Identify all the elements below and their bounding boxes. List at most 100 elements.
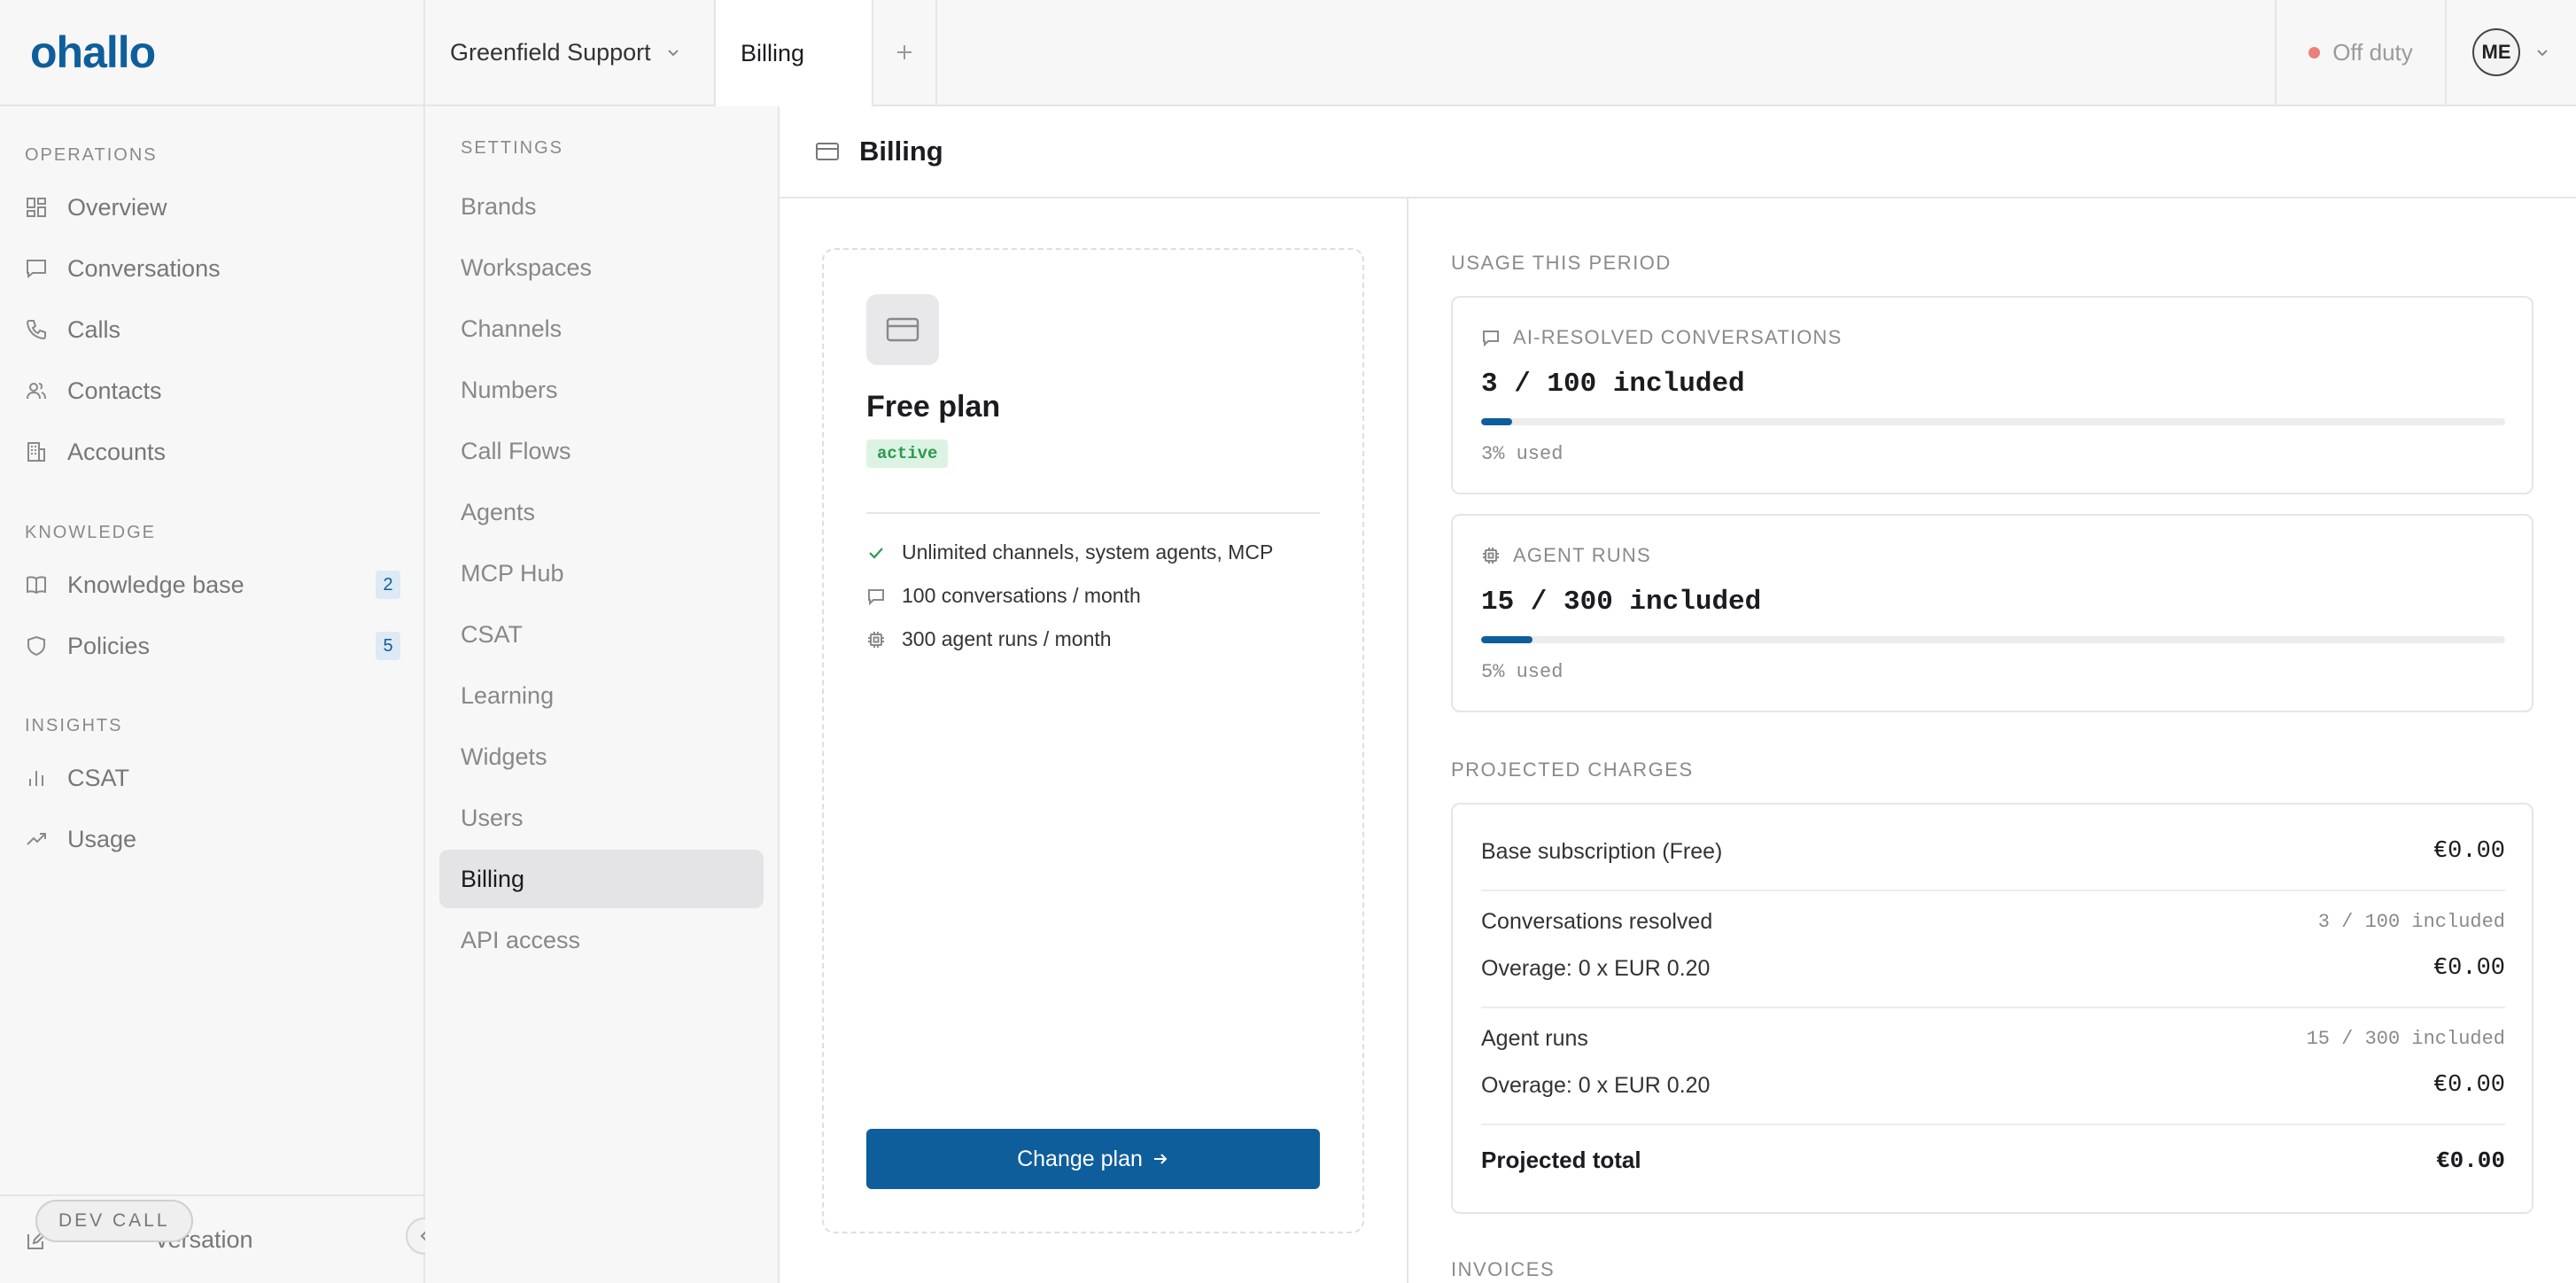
workspace-switcher[interactable]: Greenfield Support — [425, 0, 716, 105]
settings-item-channels[interactable]: Channels — [439, 299, 764, 358]
sidebar-item-accounts[interactable]: Accounts — [25, 427, 400, 477]
sidebar-item-usage[interactable]: Usage — [25, 814, 400, 864]
sidebar-item-label: Conversations — [67, 254, 221, 282]
settings-item-billing[interactable]: Billing — [439, 850, 764, 908]
progress-bar — [1481, 636, 2505, 643]
usage-card-agent-runs: AGENT RUNS 15 / 300 included 5% used — [1451, 514, 2533, 712]
duty-status-label: Off duty — [2332, 38, 2413, 66]
plus-icon — [895, 43, 914, 62]
progress-fill — [1481, 418, 1512, 425]
charge-amount: €0.00 — [2432, 838, 2505, 865]
shield-icon — [25, 634, 48, 657]
sidebar-item-overview[interactable]: Overview — [25, 183, 400, 232]
sidebar-item-label: Contacts — [67, 377, 162, 404]
charge-row-total: Projected total €0.00 — [1481, 1147, 2505, 1174]
settings-item-learning[interactable]: Learning — [439, 666, 764, 725]
settings-item-csat[interactable]: CSAT — [439, 605, 764, 664]
count-badge: 5 — [376, 632, 400, 660]
trending-up-icon — [25, 828, 48, 851]
chat-icon — [866, 587, 886, 606]
usage-percent: 5% used — [1481, 661, 1563, 683]
check-icon — [866, 543, 886, 563]
sidebar-section-operations: OPERATIONS — [25, 145, 158, 165]
plan-name: Free plan — [866, 390, 1001, 424]
sidebar-item-knowledge-base[interactable]: Knowledge base 2 — [25, 560, 400, 610]
plan-feature: 300 agent runs / month — [866, 627, 1112, 651]
charge-label: Overage: 0 x EUR 0.20 — [1481, 955, 1711, 981]
plan-feature: Unlimited channels, system agents, MCP — [866, 540, 1273, 564]
usage-value: 3 / 100 included — [1481, 369, 1745, 400]
charge-note: 3 / 100 included — [2317, 911, 2505, 933]
sidebar-item-calls[interactable]: Calls — [25, 305, 400, 354]
chat-icon — [1481, 328, 1501, 347]
sidebar-item-policies[interactable]: Policies 5 — [25, 621, 400, 671]
settings-item-users[interactable]: Users — [439, 789, 764, 847]
divider — [1481, 890, 2505, 891]
credit-card-icon — [866, 294, 939, 365]
tab-billing[interactable]: Billing — [716, 0, 873, 106]
change-plan-button[interactable]: Change plan — [866, 1129, 1320, 1189]
settings-item-agents[interactable]: Agents — [439, 483, 764, 541]
progress-bar — [1481, 418, 2505, 425]
profile-menu[interactable]: ME — [2445, 0, 2576, 105]
usage-label-text: AGENT RUNS — [1513, 544, 1651, 566]
settings-item-workspaces[interactable]: Workspaces — [439, 238, 764, 297]
sidebar-section-knowledge: KNOWLEDGE — [25, 523, 157, 542]
charge-label: Conversations resolved — [1481, 909, 1713, 934]
settings-item-brands[interactable]: Brands — [439, 177, 764, 236]
book-icon — [25, 573, 48, 596]
change-plan-label: Change plan — [1017, 1146, 1143, 1171]
settings-item-call-flows[interactable]: Call Flows — [439, 422, 764, 480]
workspace-name: Greenfield Support — [450, 38, 651, 66]
dev-call-button[interactable]: DEV CALL — [35, 1200, 193, 1242]
charges-card: Base subscription (Free) €0.00 Conversat… — [1451, 803, 2533, 1214]
divider — [866, 512, 1320, 514]
charge-total-amount: €0.00 — [2435, 1147, 2505, 1174]
usage-label-text: AI-RESOLVED CONVERSATIONS — [1513, 326, 1843, 348]
usage-section-title: USAGE THIS PERIOD — [1451, 252, 1672, 274]
plan-feature-text: 300 agent runs / month — [902, 627, 1112, 650]
settings-item-mcp-hub[interactable]: MCP Hub — [439, 544, 764, 603]
sidebar-item-label: Accounts — [67, 438, 167, 465]
duty-status-toggle[interactable]: Off duty — [2275, 0, 2445, 105]
charge-row-conversations: Conversations resolved 3 / 100 included — [1481, 909, 2505, 935]
settings-item-api-access[interactable]: API access — [439, 911, 764, 969]
settings-nav: SETTINGS Brands Workspaces Channels Numb… — [425, 106, 780, 1283]
plan-feature-text: Unlimited channels, system agents, MCP — [902, 540, 1274, 564]
sidebar-item-label: Knowledge base — [67, 571, 244, 598]
divider — [1481, 1007, 2505, 1008]
sidebar-item-conversations[interactable]: Conversations — [25, 244, 400, 293]
charge-row-agent-runs-overage: Overage: 0 x EUR 0.20 €0.00 — [1481, 1072, 2505, 1099]
avatar: ME — [2472, 28, 2520, 76]
users-icon — [25, 379, 48, 402]
charge-amount: €0.00 — [2432, 955, 2505, 982]
page-header: Billing — [780, 106, 2576, 198]
usage-percent: 3% used — [1481, 443, 1563, 465]
charge-total-label: Projected total — [1481, 1147, 1641, 1173]
logo[interactable]: ohallo — [0, 0, 425, 105]
chip-icon — [866, 630, 886, 649]
chat-icon — [25, 257, 48, 280]
sidebar-item-label: Calls — [67, 315, 121, 343]
settings-item-numbers[interactable]: Numbers — [439, 361, 764, 419]
plan-feature: 100 conversations / month — [866, 584, 1141, 608]
column-divider — [1407, 198, 1408, 1283]
sidebar-item-csat[interactable]: CSAT — [25, 753, 400, 803]
status-badge: active — [866, 439, 949, 468]
plan-card: Free plan active Unlimited channels, sys… — [822, 248, 1364, 1233]
phone-icon — [25, 318, 48, 341]
sidebar-item-contacts[interactable]: Contacts — [25, 366, 400, 416]
arrow-right-icon — [1152, 1150, 1169, 1168]
settings-item-widgets[interactable]: Widgets — [439, 727, 764, 786]
count-badge: 2 — [376, 571, 400, 599]
charge-row-agent-runs: Agent runs 15 / 300 included — [1481, 1026, 2505, 1052]
sidebar: OPERATIONS Overview Conversations Calls … — [0, 106, 425, 1283]
plan-feature-text: 100 conversations / month — [902, 584, 1141, 607]
charge-row-base: Base subscription (Free) €0.00 — [1481, 838, 2505, 865]
usage-card-conversations: AI-RESOLVED CONVERSATIONS 3 / 100 includ… — [1451, 296, 2533, 494]
credit-card-icon — [815, 141, 840, 162]
add-tab-button[interactable] — [873, 0, 937, 105]
chip-icon — [1481, 546, 1501, 565]
charges-section-title: PROJECTED CHARGES — [1451, 758, 1694, 781]
settings-section-title: SETTINGS — [461, 138, 564, 158]
